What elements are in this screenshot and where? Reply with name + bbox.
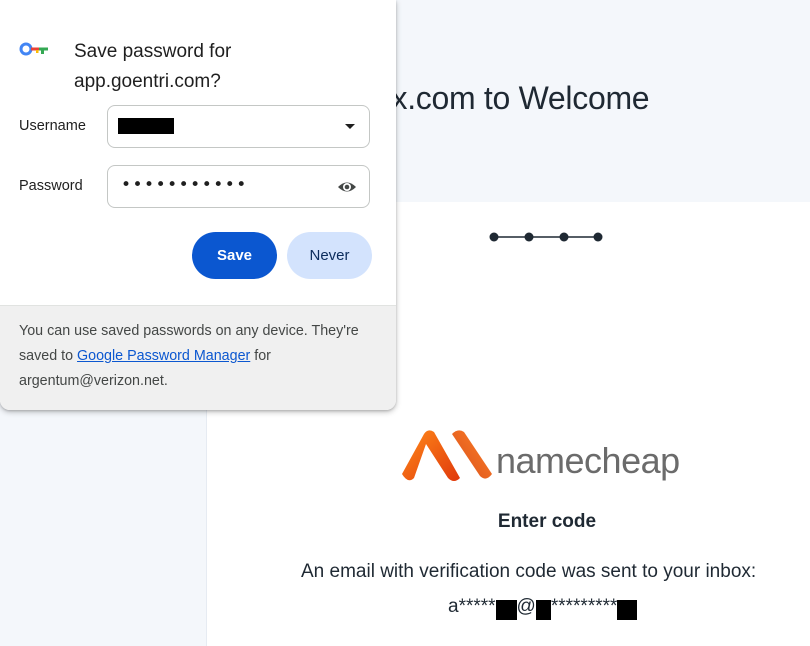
- step-dot-2: [524, 232, 534, 242]
- namecheap-logo-text: namecheap: [496, 440, 680, 481]
- password-value: •••••••••••: [121, 175, 248, 195]
- username-redacted-value: [118, 118, 174, 134]
- step-dot-1: [489, 232, 499, 242]
- username-label: Username: [19, 118, 86, 134]
- footer-text: You can use saved passwords on any devic…: [19, 323, 359, 389]
- save-button[interactable]: Save: [192, 232, 277, 279]
- namecheap-logo-icon: [402, 430, 492, 481]
- chevron-down-icon[interactable]: [345, 124, 355, 129]
- redaction-block: [495, 600, 517, 620]
- progress-stepper: [489, 232, 603, 242]
- masked-email-part3: *********: [550, 596, 618, 617]
- masked-email-at: @: [516, 596, 536, 617]
- key-icon: [19, 42, 48, 56]
- welcome-heading: ux.com to Welcome: [374, 80, 650, 116]
- step-dot-4: [593, 232, 603, 242]
- redaction-block: [617, 600, 638, 620]
- step-dot-3: [559, 232, 569, 242]
- password-label: Password: [19, 178, 83, 194]
- email-note: An email with verification code was sent…: [301, 561, 757, 582]
- save-password-dialog: Save password for app.goentri.com? Usern…: [0, 0, 396, 410]
- password-manager-link[interactable]: Google Password Manager: [77, 348, 250, 364]
- never-button[interactable]: Never: [287, 232, 372, 279]
- username-select[interactable]: [107, 105, 370, 148]
- enter-code-title: Enter code: [497, 511, 597, 532]
- dialog-title: Save password for app.goentri.com?: [74, 41, 232, 92]
- masked-email-part1: a*****: [448, 596, 496, 617]
- namecheap-logo: namecheap: [394, 426, 694, 486]
- page: ux.com to Welcome namecheap Enter code A…: [0, 0, 810, 646]
- dialog-footer: You can use saved passwords on any devic…: [0, 305, 396, 410]
- eye-icon[interactable]: [337, 179, 357, 195]
- password-field[interactable]: •••••••••••: [107, 165, 370, 208]
- redaction-block: [535, 600, 551, 620]
- masked-email: a***** @ *********: [448, 596, 638, 620]
